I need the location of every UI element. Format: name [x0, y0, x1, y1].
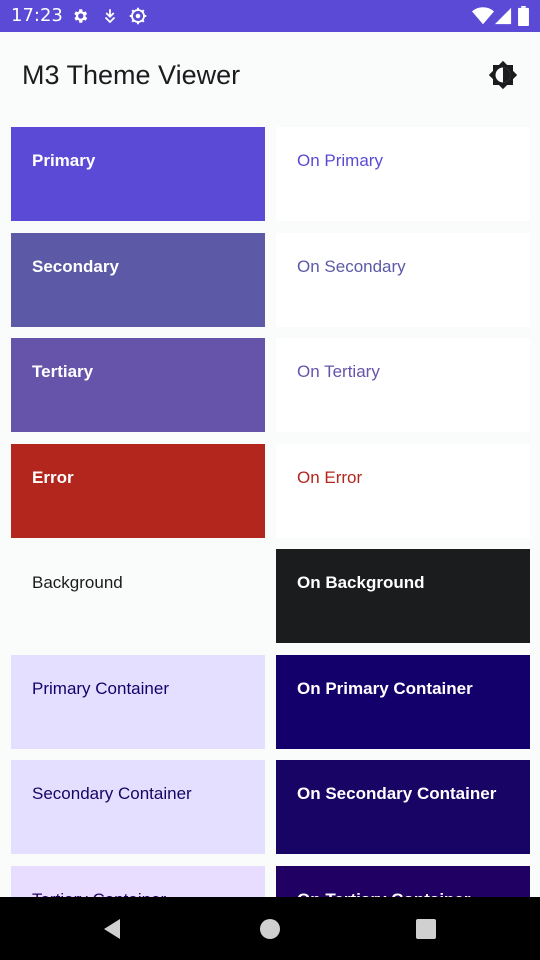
color-swatch: Error: [11, 443, 265, 538]
status-bar: 17:23: [0, 0, 540, 32]
top-app-bar: M3 Theme Viewer: [0, 32, 540, 118]
brightness-icon[interactable]: [488, 60, 518, 90]
swatch-label: Secondary: [32, 256, 119, 276]
swatch-label: On Primary Container: [297, 678, 473, 698]
swatch-label: Error: [32, 467, 74, 487]
color-swatch: On Primary Container: [276, 654, 530, 749]
settings-icon: [129, 7, 147, 25]
wifi-icon: [472, 7, 494, 25]
color-swatch-grid: Primary On Primary Secondary On Secondary Te…: [11, 127, 530, 960]
color-swatch: On Secondary: [276, 232, 530, 327]
download-icon: [104, 9, 116, 24]
color-swatch: On Primary: [276, 127, 530, 221]
swatch-label: Tertiary: [32, 362, 94, 381]
swatch-label: Primary: [32, 151, 96, 170]
color-swatch: Primary: [11, 127, 265, 221]
color-swatch: Tertiary: [11, 338, 265, 432]
color-swatch: Secondary Container: [11, 760, 265, 854]
color-swatch: On Background: [276, 549, 530, 643]
gear-icon: [74, 9, 88, 23]
status-time: 17:23: [11, 5, 63, 26]
swatch-label: Primary Container: [32, 678, 169, 698]
color-swatch: Primary Container: [11, 654, 265, 749]
home-icon[interactable]: [255, 914, 285, 944]
system-nav-bar: [0, 897, 540, 960]
color-swatch: On Error: [276, 443, 530, 538]
swatch-label: On Background: [297, 573, 425, 592]
swatch-label: Secondary Container: [32, 784, 192, 803]
swatch-label: On Primary: [297, 151, 383, 170]
swatch-label: On Secondary: [297, 256, 406, 276]
signal-icon: [494, 7, 512, 25]
theme-toggle-button[interactable]: [486, 58, 520, 92]
recents-icon[interactable]: [411, 914, 441, 944]
color-swatch: On Tertiary: [276, 338, 530, 432]
battery-icon: [518, 6, 529, 26]
swatch-label: Background: [32, 573, 123, 592]
back-icon[interactable]: [98, 914, 128, 944]
page-title: M3 Theme Viewer: [22, 60, 241, 90]
swatch-label: On Secondary Container: [297, 784, 497, 803]
swatch-label: On Error: [297, 467, 363, 487]
swatch-label: On Tertiary: [297, 362, 380, 381]
color-swatch: On Secondary Container: [276, 760, 530, 854]
color-swatch: Secondary: [11, 232, 265, 327]
color-swatch: Background: [11, 549, 265, 643]
